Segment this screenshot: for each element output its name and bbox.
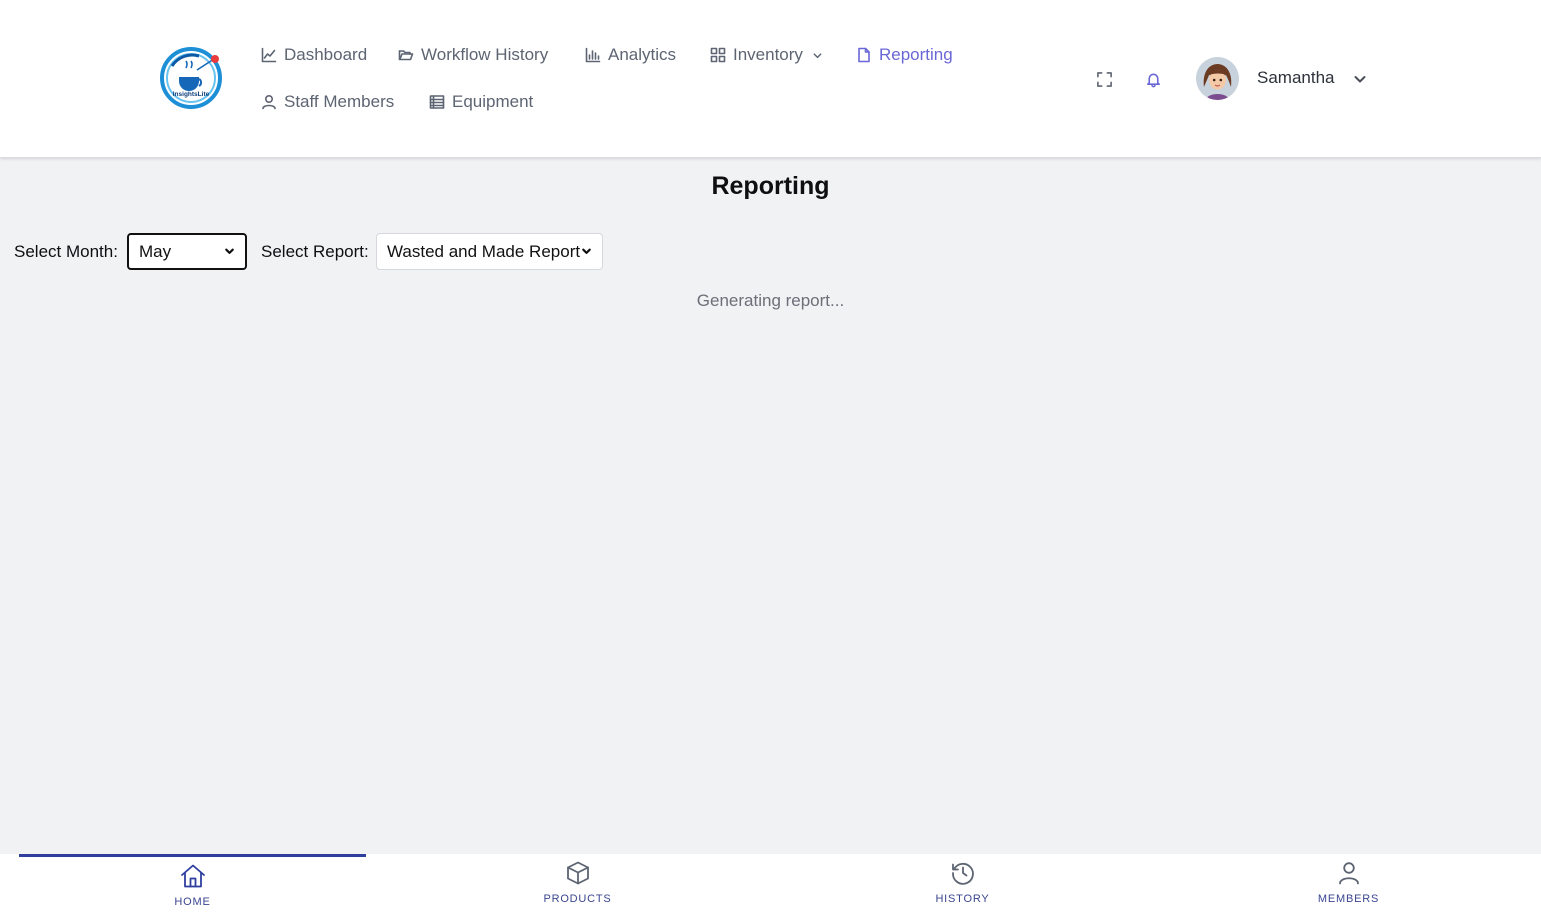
nav-dashboard[interactable]: Dashboard — [261, 45, 367, 65]
bottom-nav-members[interactable]: MEMBERS — [1175, 854, 1522, 919]
nav-workflow-history-label: Workflow History — [421, 45, 549, 64]
user-avatar[interactable] — [1196, 57, 1239, 100]
list-box-icon — [429, 95, 445, 109]
nav-staff-members-label: Staff Members — [284, 92, 395, 111]
chevron-down-icon — [225, 248, 234, 254]
history-icon — [951, 862, 974, 885]
bottom-nav-history[interactable]: HISTORY — [789, 854, 1136, 919]
select-month-label: Select Month: — [14, 242, 118, 261]
nav-workflow-history[interactable]: Workflow History — [398, 45, 548, 65]
report-select-value: Wasted and Made Report — [387, 241, 581, 261]
user-name[interactable]: Samantha — [1257, 68, 1335, 88]
chevron-down-icon — [1354, 76, 1366, 83]
chevron-down-icon — [582, 248, 591, 254]
bell-icon[interactable] — [1143, 69, 1163, 89]
nav-analytics[interactable]: Analytics — [585, 45, 676, 65]
box-icon — [566, 861, 589, 885]
month-select-value: May — [139, 241, 172, 261]
document-icon — [858, 47, 870, 63]
month-select[interactable]: May — [127, 233, 247, 270]
bar-chart-icon — [585, 47, 601, 63]
nav-inventory[interactable]: Inventory — [710, 45, 823, 65]
nav-equipment-label: Equipment — [452, 92, 534, 111]
bottom-nav-home[interactable]: HOME — [19, 854, 366, 919]
bottom-nav: HOME PRODUCTS HISTORY MEMBERS — [0, 854, 1541, 919]
bottom-nav-products-label: PRODUCTS — [543, 893, 612, 905]
page-title: Reporting — [711, 172, 830, 200]
select-report-label: Select Report: — [261, 242, 369, 261]
report-status: Generating report... — [696, 291, 845, 310]
top-header: InsightsLite Dashboard Workflow History … — [0, 0, 1541, 158]
svg-text:InsightsLite: InsightsLite — [173, 91, 210, 98]
bottom-nav-history-label: HISTORY — [935, 893, 990, 905]
user-icon — [262, 94, 276, 110]
bottom-nav-members-label: MEMBERS — [1317, 893, 1380, 905]
report-select[interactable]: Wasted and Made Report — [376, 233, 603, 270]
home-icon — [180, 864, 205, 888]
nav-equipment[interactable]: Equipment — [429, 92, 533, 112]
user-menu-chevron[interactable] — [1353, 72, 1367, 86]
user-icon — [1338, 862, 1359, 885]
insightslite-logo[interactable]: InsightsLite — [159, 46, 223, 110]
nav-dashboard-label: Dashboard — [284, 45, 368, 64]
chart-line-icon — [261, 47, 277, 63]
bottom-nav-home-label: HOME — [174, 896, 211, 908]
chevron-down-icon — [813, 52, 822, 58]
nav-analytics-label: Analytics — [608, 45, 677, 64]
fullscreen-icon[interactable] — [1094, 69, 1114, 89]
grid-icon — [710, 47, 726, 63]
nav-reporting[interactable]: Reporting — [856, 45, 953, 65]
nav-staff-members[interactable]: Staff Members — [261, 92, 394, 112]
nav-reporting-label: Reporting — [879, 45, 953, 64]
bottom-nav-products[interactable]: PRODUCTS — [404, 854, 751, 919]
nav-inventory-label: Inventory — [733, 45, 803, 64]
folder-open-icon — [398, 50, 414, 61]
